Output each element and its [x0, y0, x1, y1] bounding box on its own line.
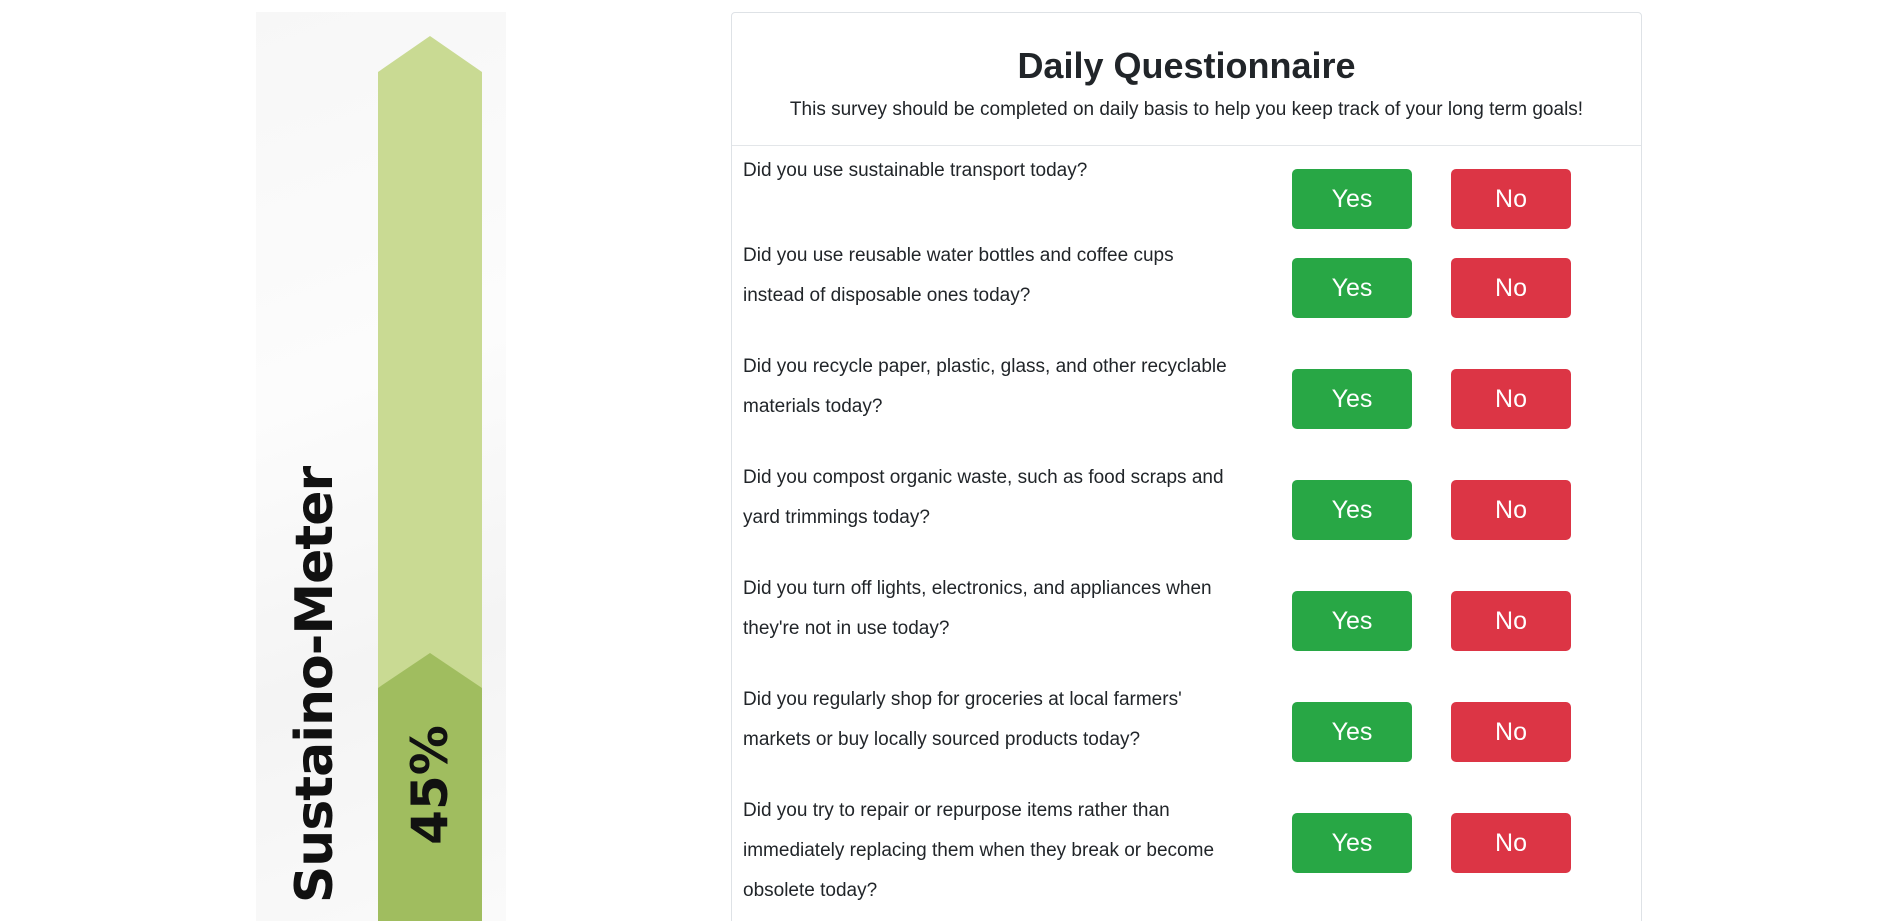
no-button[interactable]: No: [1451, 369, 1571, 429]
yes-button[interactable]: Yes: [1292, 369, 1412, 429]
question-text-line: instead of disposable ones today?: [743, 285, 1031, 306]
no-button[interactable]: No: [1451, 702, 1571, 762]
question-text-line: Did you use reusable water bottles and c…: [743, 245, 1174, 266]
question-text: Did you use sustainable transport today?: [743, 151, 1263, 191]
question-text-line: Did you recycle paper, plastic, glass, a…: [743, 356, 1227, 377]
yes-button[interactable]: Yes: [1292, 591, 1412, 651]
page-title: Daily Questionnaire: [1017, 45, 1356, 86]
no-button[interactable]: No: [1451, 169, 1571, 229]
page-subtitle: This survey should be completed on daily…: [789, 99, 1584, 120]
question-text-line: materials today?: [743, 396, 883, 417]
question-text: Did you turn off lights, electronics, an…: [743, 569, 1263, 649]
question-text-line: yard trimmings today?: [743, 507, 930, 528]
yes-button[interactable]: Yes: [1292, 258, 1412, 318]
yes-button[interactable]: Yes: [1292, 480, 1412, 540]
questionnaire-card: Daily Questionnaire This survey should b…: [731, 12, 1642, 921]
no-button[interactable]: No: [1451, 480, 1571, 540]
questionnaire-header: Daily Questionnaire This survey should b…: [732, 13, 1641, 146]
no-button[interactable]: No: [1451, 258, 1571, 318]
question-text-line: Did you compost organic waste, such as f…: [743, 467, 1224, 488]
question-text-line: immediately replacing them when they bre…: [743, 840, 1215, 861]
question-text-line: they're not in use today?: [743, 618, 950, 639]
question-text: Did you regularly shop for groceries at …: [743, 680, 1263, 760]
meter-title: Sustaino-Meter: [285, 466, 345, 904]
yes-button[interactable]: Yes: [1292, 702, 1412, 762]
no-button[interactable]: No: [1451, 813, 1571, 873]
question-text: Did you use reusable water bottles and c…: [743, 236, 1263, 316]
question-text-line: Did you use sustainable transport today?: [743, 160, 1088, 181]
yes-button[interactable]: Yes: [1292, 813, 1412, 873]
page: Sustaino-Meter 45% Daily Questionnaire T…: [0, 0, 1892, 921]
question-text: Did you compost organic waste, such as f…: [743, 458, 1263, 538]
question-text: Did you recycle paper, plastic, glass, a…: [743, 347, 1263, 427]
question-text-line: markets or buy locally sourced products …: [743, 729, 1141, 750]
question-text-line: Did you turn off lights, electronics, an…: [743, 578, 1212, 599]
question-text-line: obsolete today?: [743, 880, 878, 901]
no-button[interactable]: No: [1451, 591, 1571, 651]
meter-value: 45%: [401, 725, 459, 845]
yes-button[interactable]: Yes: [1292, 169, 1412, 229]
question-text-line: Did you regularly shop for groceries at …: [743, 689, 1182, 710]
question-text: Did you try to repair or repurpose items…: [743, 791, 1263, 911]
question-text-line: Did you try to repair or repurpose items…: [743, 800, 1170, 821]
